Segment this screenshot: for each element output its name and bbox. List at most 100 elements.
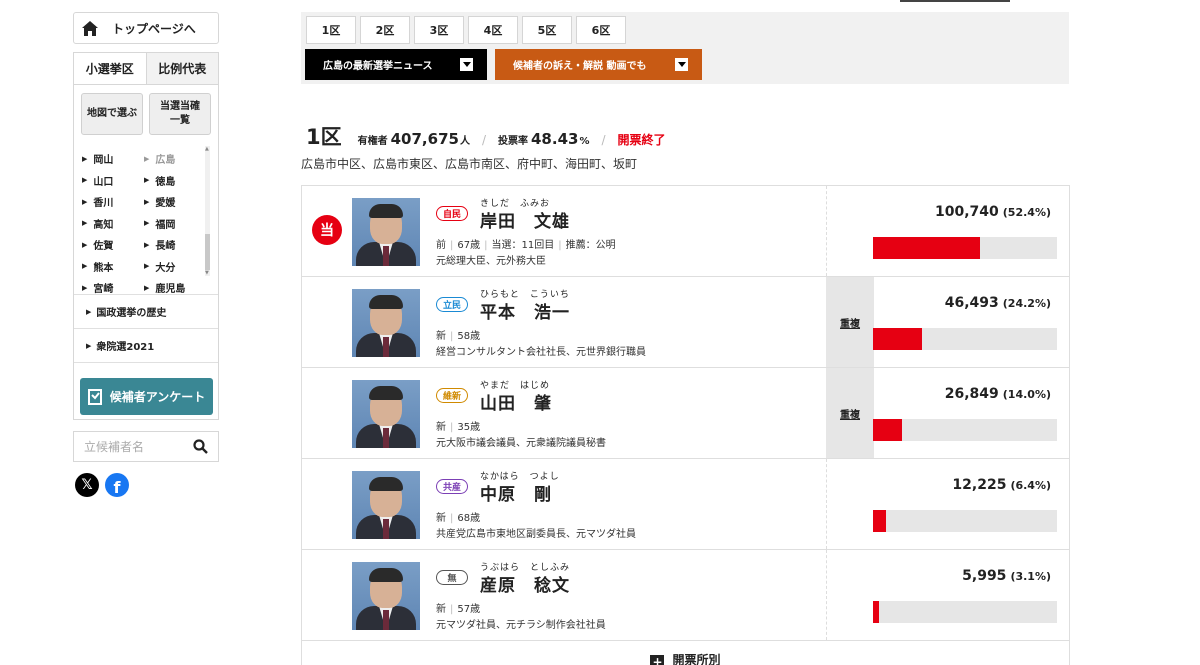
count-status: 開票終了 — [617, 133, 666, 147]
district-bar: 広島の最新選挙ニュース 候補者の訴え・解説 動画でも 1区 2区 3区 4区 5区 6区 — [301, 12, 1069, 84]
info-item: 新 — [436, 513, 446, 524]
district-tab[interactable]: 1区 — [306, 16, 356, 44]
prefecture-news-button[interactable]: 広島の最新選挙ニュース — [305, 49, 487, 80]
prefecture-link[interactable]: ▶ 熊本 — [82, 256, 144, 278]
district-panel: 小選挙区 比例代表 地図で選ぶ 当選当確 一覧 ▶ 岡山 ▶ 広島 ▶ 山口 ▶ 徳島 ▶ 香川 ▶… — [73, 52, 219, 420]
candidate-name: 中原 剛 — [480, 485, 552, 505]
search-icon[interactable] — [193, 439, 208, 454]
vote-percent: (52.4%) — [1002, 206, 1051, 219]
winners-list-button[interactable]: 当選当確 一覧 — [149, 93, 211, 135]
vote-count: 12,225 (6.4%) — [952, 477, 1051, 493]
scroll-up-icon[interactable]: ▲ — [205, 146, 209, 152]
prefecture-label: 香川 — [93, 198, 114, 210]
district-areas: 広島市中区、広島市東区、広島市南区、府中町、海田町、坂町 — [301, 157, 638, 171]
triangle-right-icon: ▶ — [86, 307, 92, 316]
polling-station-link[interactable]: + 開票所別 — [302, 641, 1069, 665]
dual-candidacy-cell — [826, 550, 874, 640]
electorate-label: 有権者 — [357, 136, 388, 147]
winner-badge: 当 — [312, 215, 342, 245]
panel-buttons: 地図で選ぶ 当選当確 一覧 — [74, 85, 218, 135]
prefecture-list: ▶ 岡山 ▶ 広島 ▶ 山口 ▶ 徳島 ▶ 香川 ▶ 愛媛 ▶ 高知 ▶ 福岡 ▶ 佐賀 ▶ 長崎 ▶ 熊本 ▶ 大分 ▶ 宮崎 ▶… — [74, 143, 218, 295]
vote-bar-fill — [873, 237, 981, 259]
prefecture-grid: ▶ 岡山 ▶ 広島 ▶ 山口 ▶ 徳島 ▶ 香川 ▶ 愛媛 ▶ 高知 ▶ 福岡 ▶ 佐賀 ▶ 長崎 ▶ 熊本 ▶ 大分 ▶ 宮崎 ▶… — [82, 148, 202, 299]
candidate-photo — [352, 471, 420, 539]
vote-bar-fill — [873, 419, 902, 441]
dual-candidacy-link[interactable]: 重複 — [826, 315, 874, 330]
prefecture-label: 鹿児島 — [155, 284, 186, 296]
dual-candidacy-cell — [826, 186, 874, 276]
candidate-photo — [352, 289, 420, 357]
candidate-search-input[interactable]: 立候補者名 — [73, 431, 219, 462]
vote-bar — [873, 510, 1057, 532]
candidate-name: 岸田 文雄 — [480, 212, 570, 232]
district-tab[interactable]: 5区 — [522, 16, 572, 44]
prefecture-link[interactable]: ▶ 広島 — [144, 148, 202, 170]
electorate-unit: 人 — [459, 136, 470, 147]
vote-number: 46,493 — [944, 295, 999, 311]
prefecture-scrollbar[interactable]: ▲ ▼ — [205, 146, 210, 276]
home-icon — [82, 20, 98, 36]
prefecture-link[interactable]: ▶ 福岡 — [144, 213, 202, 235]
tab-proportional[interactable]: 比例代表 — [146, 53, 218, 84]
district-tab[interactable]: 6区 — [576, 16, 626, 44]
prefecture-link[interactable]: ▶ 長崎 — [144, 234, 202, 256]
prefecture-link[interactable]: ▶ 佐賀 — [82, 234, 144, 256]
x-share-icon[interactable]: 𝕏 — [75, 473, 99, 497]
survey-button[interactable]: 候補者アンケート — [80, 378, 213, 415]
prefecture-link[interactable]: ▶ 山口 — [82, 170, 144, 192]
triangle-right-icon: ▶ — [82, 283, 88, 292]
vote-bar — [873, 328, 1057, 350]
triangle-right-icon: ▶ — [144, 154, 150, 163]
top-page-button[interactable]: トップページへ — [73, 12, 219, 44]
candidate-info: 新 | 57歳 — [436, 600, 480, 615]
vote-number: 5,995 — [962, 568, 1007, 584]
candidate-video-button[interactable]: 候補者の訴え・解説 動画でも — [495, 49, 702, 80]
info-item: 前 — [436, 240, 446, 251]
facebook-share-icon[interactable]: f — [105, 473, 129, 497]
candidate-video-label: 候補者の訴え・解説 動画でも — [513, 61, 647, 72]
tab-single-seat[interactable]: 小選挙区 — [74, 53, 147, 84]
triangle-right-icon: ▶ — [144, 219, 150, 228]
prefecture-link[interactable]: ▶ 岡山 — [82, 148, 144, 170]
info-item: 35歳 — [457, 422, 481, 433]
candidate-photo — [352, 380, 420, 448]
scroll-down-icon[interactable]: ▼ — [205, 270, 209, 276]
app: トップページへ 小選挙区 比例代表 地図で選ぶ 当選当確 一覧 ▶ 岡山 ▶ 広島 ▶ 山… — [0, 0, 1200, 665]
info-separator: | — [450, 240, 454, 251]
district-tab[interactable]: 3区 — [414, 16, 464, 44]
prefecture-link[interactable]: ▶ 鹿児島 — [144, 277, 202, 299]
info-item: 当選：11回目 — [491, 240, 555, 251]
scroll-thumb[interactable] — [205, 234, 210, 270]
election2021-link[interactable]: ▶ 衆院選2021 — [74, 329, 218, 363]
party-badge: 無 — [436, 570, 468, 585]
vote-percent: (3.1%) — [1010, 570, 1051, 583]
candidate-photo — [352, 562, 420, 630]
vote-number: 12,225 — [952, 477, 1007, 493]
prefecture-link[interactable]: ▶ 大分 — [144, 256, 202, 278]
vote-bar — [873, 419, 1057, 441]
dual-candidacy-link[interactable]: 重複 — [826, 406, 874, 421]
prefecture-link[interactable]: ▶ 愛媛 — [144, 191, 202, 213]
triangle-right-icon: ▶ — [144, 283, 150, 292]
candidate-info: 新 | 58歳 — [436, 327, 480, 342]
dual-candidacy-cell — [826, 459, 874, 549]
turnout-label: 投票率 — [498, 136, 528, 147]
party-badge: 共産 — [436, 479, 468, 494]
info-item: 新 — [436, 604, 446, 615]
prefecture-label: 福岡 — [155, 219, 176, 231]
info-separator: | — [450, 422, 454, 433]
info-separator: | — [484, 240, 488, 251]
history-link[interactable]: ▶ 国政選挙の歴史 — [74, 295, 218, 329]
district-tab[interactable]: 2区 — [360, 16, 410, 44]
map-select-button[interactable]: 地図で選ぶ — [81, 93, 143, 135]
info-item: 推薦：公明 — [565, 240, 616, 251]
prefecture-label: 宮崎 — [93, 284, 114, 296]
triangle-right-icon: ▶ — [82, 154, 88, 163]
prefecture-link[interactable]: ▶ 香川 — [82, 191, 144, 213]
survey-label: 候補者アンケート — [109, 390, 206, 404]
prefecture-link[interactable]: ▶ 徳島 — [144, 170, 202, 192]
chevron-down-icon — [460, 58, 473, 71]
prefecture-link[interactable]: ▶ 宮崎 — [82, 277, 144, 299]
prefecture-link[interactable]: ▶ 高知 — [82, 213, 144, 235]
district-tab[interactable]: 4区 — [468, 16, 518, 44]
